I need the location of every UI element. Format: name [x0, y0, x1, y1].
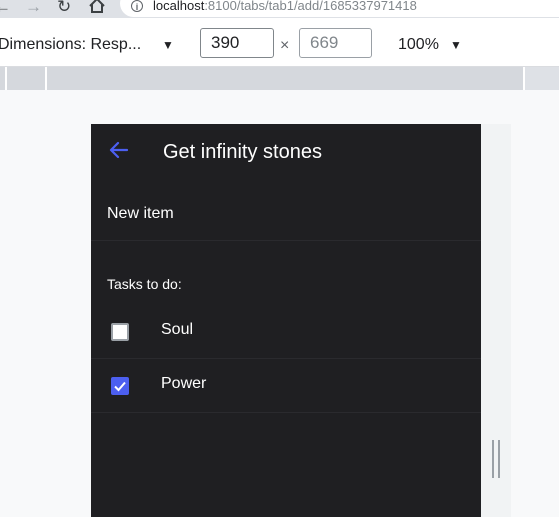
- task-item[interactable]: Soul: [91, 306, 481, 359]
- task-label: Soul: [161, 321, 194, 338]
- url-text[interactable]: localhost:8100/tabs/tab1/add/16853379714…: [153, 0, 417, 13]
- zoom-dropdown[interactable]: 100%: [398, 36, 439, 54]
- ruler-segment[interactable]: [7, 67, 47, 90]
- checkmark-icon: [114, 381, 126, 392]
- back-arrow-icon[interactable]: [107, 138, 131, 162]
- width-input[interactable]: 390: [200, 28, 274, 58]
- info-icon[interactable]: i: [131, 0, 143, 12]
- device-screen: Get infinity stones New item Tasks to do…: [91, 124, 481, 517]
- new-item-input-row[interactable]: New item: [91, 192, 481, 241]
- ruler-segment[interactable]: [47, 67, 525, 90]
- height-input[interactable]: 669: [299, 28, 372, 58]
- url-path: :8100/tabs/tab1/add/1685337971418: [204, 0, 417, 13]
- forward-icon[interactable]: →: [25, 0, 42, 17]
- resize-handle[interactable]: [492, 440, 501, 478]
- back-icon[interactable]: ←: [0, 0, 11, 17]
- times-sign: ×: [280, 37, 290, 54]
- ruler-segment[interactable]: [0, 67, 7, 90]
- page-title: Get infinity stones: [163, 141, 322, 163]
- browser-toolbar: ← → ↻ i localhost:8100/tabs/tab1/add/168…: [0, 0, 559, 18]
- chevron-down-icon[interactable]: ▼: [162, 38, 174, 52]
- home-icon[interactable]: [88, 0, 106, 19]
- chevron-down-icon[interactable]: ▼: [450, 38, 462, 52]
- dimensions-dropdown[interactable]: Dimensions: Resp...: [0, 36, 141, 54]
- device-toolbar: Dimensions: Resp... ▼ 390 × 669 100% ▼: [0, 18, 559, 67]
- url-host: localhost: [153, 0, 205, 13]
- task-checkbox[interactable]: [111, 323, 129, 341]
- task-label: Power: [161, 375, 207, 392]
- reload-icon[interactable]: ↻: [57, 0, 71, 17]
- media-query-ruler: [0, 67, 559, 90]
- app-header: Get infinity stones: [91, 124, 481, 180]
- tasks-section-label: Tasks to do:: [107, 276, 182, 292]
- task-item[interactable]: Power: [91, 360, 481, 413]
- task-checkbox-checked[interactable]: [111, 377, 129, 395]
- new-item-input[interactable]: New item: [107, 205, 174, 223]
